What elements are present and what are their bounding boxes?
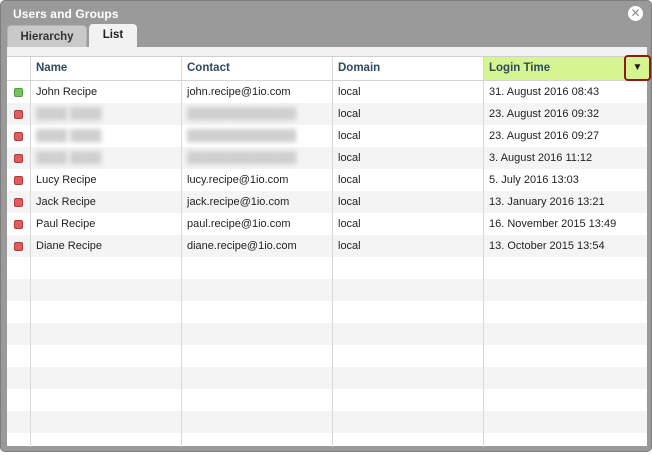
cell-name: Jack Recipe (36, 196, 96, 208)
table-row[interactable]: ████ ████ ██████████████ local 3. August 20… (7, 147, 647, 169)
cell-login-time: 13. January 2016 13:21 (489, 196, 605, 208)
cell-name: Paul Recipe (36, 218, 96, 230)
column-header-domain[interactable]: Domain (332, 57, 483, 80)
column-header-login-time-label: Login Time (489, 62, 551, 74)
users-and-groups-window: Users and Groups ✕ Hierarchy List John R… (0, 0, 652, 452)
column-header-login-time[interactable]: Login Time ▼ (483, 55, 651, 81)
cell-login-time: 16. November 2015 13:49 (489, 218, 617, 230)
empty-table-row (7, 411, 647, 433)
empty-table-row (7, 367, 647, 389)
tab-list[interactable]: List (89, 24, 137, 47)
status-inactive-icon (14, 220, 23, 229)
cell-domain: local (338, 152, 361, 164)
cell-name: Lucy Recipe (36, 174, 97, 186)
cell-contact: paul.recipe@1io.com (187, 218, 291, 230)
status-inactive-icon (14, 132, 23, 141)
cell-domain: local (338, 108, 361, 120)
window-title: Users and Groups (13, 7, 119, 21)
cell-contact: john.recipe@1io.com (187, 86, 291, 98)
table-row[interactable]: John Recipe john.recipe@1io.com local 31. A… (7, 81, 647, 103)
cell-contact-redacted: ██████████████ (187, 152, 297, 164)
cell-contact: diane.recipe@1io.com (187, 240, 297, 252)
table-row[interactable]: Jack Recipe jack.recipe@1io.com local 13. J… (7, 191, 647, 213)
cell-contact: lucy.recipe@1io.com (187, 174, 289, 186)
column-divider (483, 57, 484, 447)
cell-contact: jack.recipe@1io.com (187, 196, 290, 208)
cell-login-time: 3. August 2016 11:12 (489, 152, 593, 164)
column-divider (332, 57, 333, 447)
empty-table-row (7, 301, 647, 323)
table-row[interactable]: Paul Recipe paul.recipe@1io.com local 16. N… (7, 213, 647, 235)
cell-contact-redacted: ██████████████ (187, 130, 297, 142)
cell-login-time: 23. August 2016 09:32 (489, 108, 600, 120)
cell-name-redacted: ████ ████ (36, 152, 102, 164)
table-row[interactable]: Lucy Recipe lucy.recipe@1io.com local 5. Ju… (7, 169, 647, 191)
status-column-header (7, 57, 30, 80)
cell-login-time: 5. July 2016 13:03 (489, 174, 579, 186)
status-inactive-icon (14, 154, 23, 163)
table-row[interactable]: ████ ████ ██████████████ local 23. August 2… (7, 103, 647, 125)
column-divider (30, 57, 31, 447)
cell-name-redacted: ████ ████ (36, 130, 102, 142)
cell-domain: local (338, 218, 361, 230)
table-row[interactable]: Diane Recipe diane.recipe@1io.com local 13.… (7, 235, 647, 257)
column-header-name[interactable]: Name (30, 57, 181, 80)
cell-login-time: 13. October 2015 13:54 (489, 240, 605, 252)
empty-table-row (7, 389, 647, 411)
list-panel: John Recipe john.recipe@1io.com local 31. A… (7, 47, 651, 447)
empty-table-row (7, 257, 647, 279)
column-header-contact[interactable]: Contact (181, 57, 332, 80)
cell-domain: local (338, 240, 361, 252)
status-inactive-icon (14, 110, 23, 119)
tab-hierarchy[interactable]: Hierarchy (7, 25, 87, 47)
status-inactive-icon (14, 198, 23, 207)
status-active-icon (14, 88, 23, 97)
cell-contact-redacted: ██████████████ (187, 108, 297, 120)
column-divider (181, 57, 182, 447)
status-inactive-icon (14, 176, 23, 185)
cell-login-time: 23. August 2016 09:27 (489, 130, 600, 142)
cell-login-time: 31. August 2016 08:43 (489, 86, 600, 98)
table-row[interactable]: ████ ████ ██████████████ local 23. August 2… (7, 125, 647, 147)
cell-domain: local (338, 86, 361, 98)
sort-dropdown-icon[interactable]: ▼ (624, 55, 651, 81)
empty-table-row (7, 279, 647, 301)
empty-table-row (7, 345, 647, 367)
status-inactive-icon (14, 242, 23, 251)
empty-table-row (7, 323, 647, 345)
users-table: John Recipe john.recipe@1io.com local 31. A… (7, 55, 651, 447)
cell-name: John Recipe (36, 86, 98, 98)
table-header: Name Contact Domain Login Time ▼ (7, 55, 651, 81)
cell-name: Diane Recipe (36, 240, 103, 252)
close-icon[interactable]: ✕ (628, 6, 643, 21)
cell-domain: local (338, 174, 361, 186)
cell-domain: local (338, 196, 361, 208)
cell-domain: local (338, 130, 361, 142)
cell-name-redacted: ████ ████ (36, 108, 102, 120)
